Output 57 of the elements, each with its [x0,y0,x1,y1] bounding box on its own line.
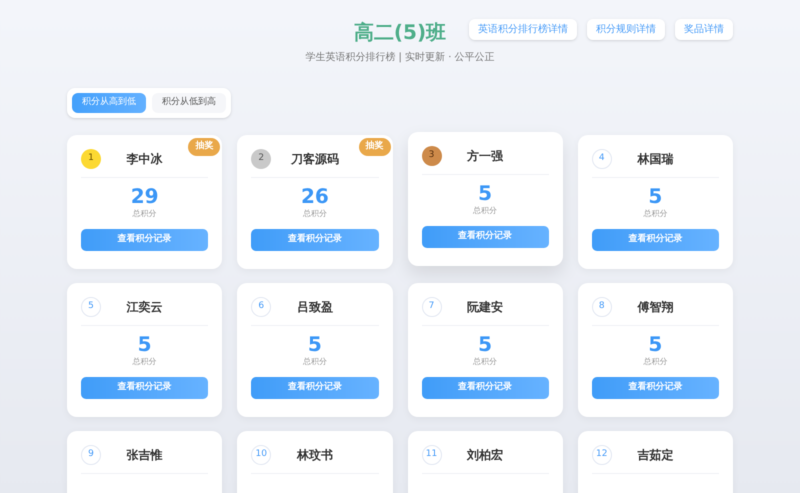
score-label: 总积分 [302,208,327,220]
rank-badge: 10 [251,445,272,465]
student-name: 吕致盈 [296,299,334,316]
student-name: 傅智翔 [636,299,674,316]
subtitle: 学生英语积分排行榜 | 实时更新 · 公平公正 [305,50,495,65]
rank-badge: 9 [81,445,101,465]
view-records-button[interactable]: 查看积分记录 [422,377,549,399]
rank-badge: 4 [592,149,612,169]
score-label: 总积分 [643,208,668,220]
score-label: 总积分 [302,356,327,368]
rank-badge: 1 [81,149,101,169]
detail-link[interactable]: 奖品详情 [675,19,733,40]
view-records-button[interactable]: 查看积分记录 [81,377,208,399]
rank-badge: 5 [81,297,101,317]
student-name: 刘柏宏 [466,447,504,464]
lottery-badge: 抽奖 [358,138,390,156]
student-name: 江奕云 [126,299,164,316]
view-records-button[interactable]: 查看积分记录 [251,229,378,251]
sort-tab[interactable]: 积分从低到高 [152,93,226,113]
score-label: 总积分 [132,356,157,368]
class-title: 高二(5)班 [354,20,446,44]
score-label: 总积分 [473,205,498,217]
rank-badge: 12 [592,445,612,465]
rank-badge: 3 [422,146,442,166]
student-name: 张吉惟 [126,447,164,464]
student-name: 李中冰 [126,151,164,168]
score-value: 26 [300,184,329,208]
score-value: 5 [308,332,322,356]
detail-link[interactable]: 积分规则详情 [587,19,665,40]
student-name: 阮建安 [466,299,504,316]
rank-badge: 8 [592,297,612,317]
score-label: 总积分 [132,208,157,220]
score-value: 5 [648,184,662,208]
student-name: 林玟书 [296,447,334,464]
rank-badge: 6 [251,297,272,317]
score-value: 5 [478,332,492,356]
score-label: 总积分 [473,356,498,368]
score-value: 5 [478,181,492,205]
lottery-badge: 抽奖 [188,138,220,156]
student-name: 吉茹定 [636,447,674,464]
view-records-button[interactable]: 查看积分记录 [422,226,549,248]
detail-link[interactable]: 英语积分排行榜详情 [469,19,577,40]
sort-tab[interactable]: 积分从高到低 [72,93,146,113]
score-value: 5 [138,332,152,356]
score-label: 总积分 [643,356,668,368]
rank-badge: 7 [422,297,442,317]
rank-badge: 11 [422,445,442,465]
score-value: 5 [648,332,662,356]
view-records-button[interactable]: 查看积分记录 [81,229,208,251]
view-records-button[interactable]: 查看积分记录 [592,229,719,251]
student-name: 刀客源码 [290,151,340,168]
student-name: 方一强 [466,148,504,165]
view-records-button[interactable]: 查看积分记录 [592,377,719,399]
score-value: 29 [130,184,159,208]
view-records-button[interactable]: 查看积分记录 [251,377,378,399]
student-name: 林国瑞 [636,151,674,168]
rank-badge: 2 [251,149,272,169]
